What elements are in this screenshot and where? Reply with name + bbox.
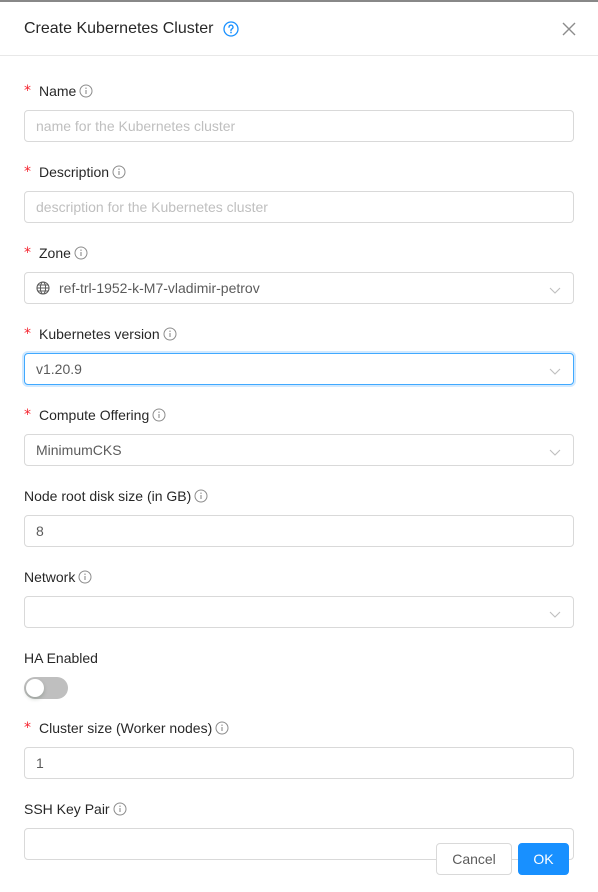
field-zone: * Zone ref-trl-1952-k-M7-vladimir-petrov (24, 242, 574, 304)
name-label: * Name (24, 80, 574, 102)
field-compute-offering: * Compute Offering MinimumCKS (24, 404, 574, 466)
required-marker: * (24, 164, 31, 180)
name-label-text: Name (39, 83, 77, 99)
chevron-down-icon (549, 283, 561, 295)
globe-icon (36, 281, 50, 295)
chevron-down-icon (549, 445, 561, 457)
ha-enabled-toggle[interactable] (24, 677, 68, 699)
dialog-title: Create Kubernetes Cluster (24, 19, 214, 37)
compute-offering-label: * Compute Offering (24, 404, 574, 426)
field-ha-enabled: HA Enabled (24, 647, 574, 699)
cluster-size-input[interactable]: 1 (24, 747, 574, 779)
kubernetes-version-value: v1.20.9 (36, 361, 82, 377)
kubernetes-version-label-text: Kubernetes version (39, 326, 160, 342)
network-select[interactable] (24, 596, 574, 628)
chevron-down-icon (549, 364, 561, 376)
toggle-knob (26, 679, 44, 697)
info-icon[interactable] (194, 489, 208, 503)
compute-offering-select[interactable]: MinimumCKS (24, 434, 574, 466)
required-marker: * (24, 407, 31, 423)
zone-label-text: Zone (39, 245, 71, 261)
description-label: * Description (24, 161, 574, 183)
node-root-disk-size-label: Node root disk size (in GB) (24, 485, 574, 507)
ssh-key-pair-label-text: SSH Key Pair (24, 801, 110, 817)
name-input[interactable]: name for the Kubernetes cluster (24, 110, 574, 142)
info-icon[interactable] (113, 802, 127, 816)
dialog-footer: Cancel OK (436, 843, 569, 875)
info-icon[interactable] (163, 327, 177, 341)
node-root-disk-size-input[interactable]: 8 (24, 515, 574, 547)
kubernetes-version-select[interactable]: v1.20.9 (24, 353, 574, 385)
field-kubernetes-version: * Kubernetes version v1.20.9 (24, 323, 574, 385)
info-icon[interactable] (215, 721, 229, 735)
required-marker: * (24, 245, 31, 261)
close-icon[interactable] (560, 20, 578, 38)
cluster-size-label-text: Cluster size (Worker nodes) (39, 720, 213, 736)
cluster-size-label: * Cluster size (Worker nodes) (24, 717, 574, 739)
info-icon[interactable] (74, 246, 88, 260)
network-label-text: Network (24, 569, 76, 585)
zone-value: ref-trl-1952-k-M7-vladimir-petrov (59, 280, 260, 296)
help-circle-icon[interactable] (223, 20, 240, 37)
chevron-down-icon (549, 607, 561, 619)
zone-label: * Zone (24, 242, 574, 264)
dialog-header: Create Kubernetes Cluster (0, 2, 598, 56)
ok-button[interactable]: OK (518, 843, 569, 875)
required-marker: * (24, 83, 31, 99)
compute-offering-label-text: Compute Offering (39, 407, 150, 423)
description-input[interactable]: description for the Kubernetes cluster (24, 191, 574, 223)
field-node-root-disk-size: Node root disk size (in GB) 8 (24, 485, 574, 547)
network-label: Network (24, 566, 574, 588)
kubernetes-version-label: * Kubernetes version (24, 323, 574, 345)
info-icon[interactable] (152, 408, 166, 422)
info-icon[interactable] (112, 165, 126, 179)
node-root-disk-size-label-text: Node root disk size (in GB) (24, 488, 192, 504)
required-marker: * (24, 720, 31, 736)
required-marker: * (24, 326, 31, 342)
zone-select[interactable]: ref-trl-1952-k-M7-vladimir-petrov (24, 272, 574, 304)
ha-enabled-label: HA Enabled (24, 647, 574, 669)
info-icon[interactable] (78, 570, 92, 584)
field-cluster-size: * Cluster size (Worker nodes) 1 (24, 717, 574, 779)
cancel-button[interactable]: Cancel (436, 843, 512, 875)
field-description: * Description description for the Kubern… (24, 161, 574, 223)
description-label-text: Description (39, 164, 110, 180)
compute-offering-value: MinimumCKS (36, 442, 122, 458)
field-network: Network (24, 566, 574, 628)
create-kubernetes-cluster-dialog: Create Kubernetes Cluster * Name name fo… (0, 0, 598, 892)
field-name: * Name name for the Kubernetes cluster (24, 80, 574, 142)
ssh-key-pair-label: SSH Key Pair (24, 798, 574, 820)
info-icon[interactable] (79, 84, 93, 98)
ha-enabled-label-text: HA Enabled (24, 650, 98, 666)
dialog-body: * Name name for the Kubernetes cluster *… (0, 56, 598, 860)
